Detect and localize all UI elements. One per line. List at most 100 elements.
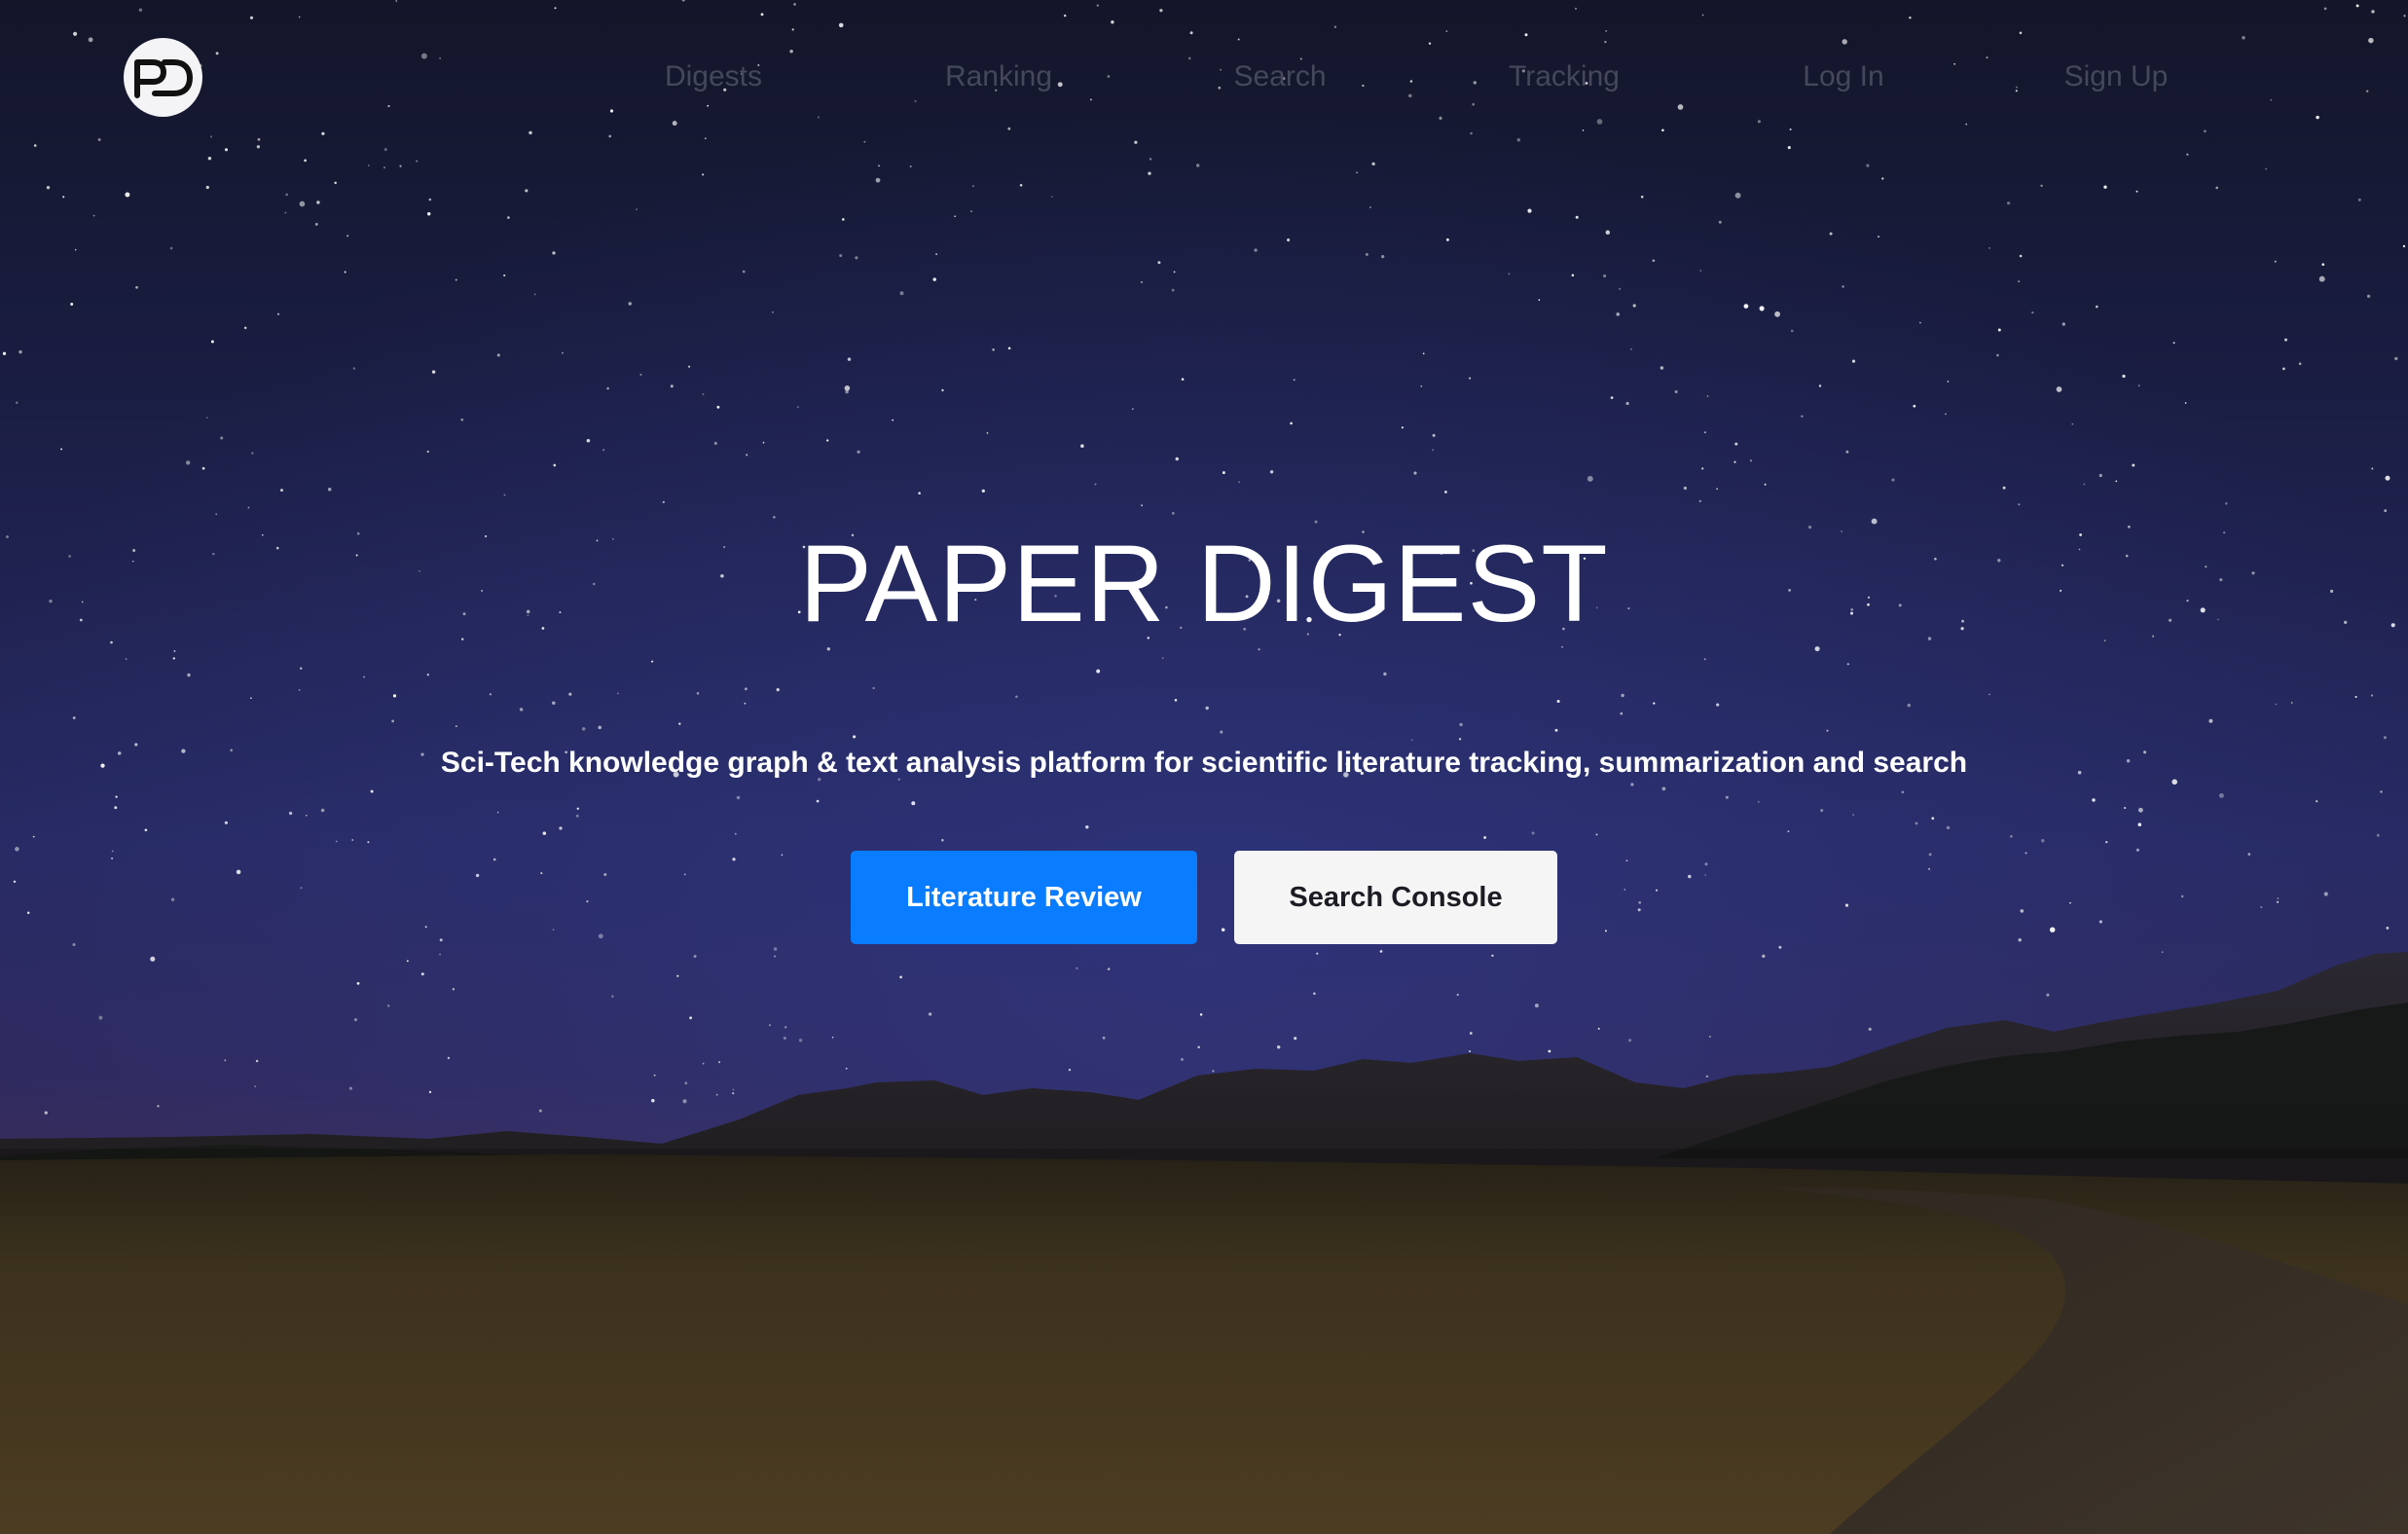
literature-review-button[interactable]: Literature Review xyxy=(851,851,1197,944)
star xyxy=(732,1088,735,1091)
star xyxy=(2376,833,2380,837)
star xyxy=(2384,509,2388,513)
star xyxy=(73,31,78,36)
star xyxy=(732,1092,735,1095)
nav-sign-up[interactable]: Sign Up xyxy=(2064,56,2169,97)
search-console-button[interactable]: Search Console xyxy=(1234,851,1557,944)
star xyxy=(2135,848,2139,852)
star xyxy=(909,164,912,168)
star xyxy=(224,1059,227,1062)
star xyxy=(1708,1036,1711,1038)
star xyxy=(841,218,845,221)
star xyxy=(1432,433,1436,437)
star xyxy=(553,463,557,467)
nav-log-in[interactable]: Log In xyxy=(1803,56,1883,97)
star xyxy=(552,251,556,255)
star xyxy=(150,956,156,962)
star xyxy=(2018,938,2022,942)
star xyxy=(334,181,337,185)
star xyxy=(452,988,456,991)
star xyxy=(1015,695,1018,699)
star xyxy=(383,148,387,152)
star xyxy=(2061,322,2065,326)
star xyxy=(426,212,431,216)
star xyxy=(220,436,224,440)
star xyxy=(236,869,241,875)
star xyxy=(207,156,212,161)
star xyxy=(689,1016,692,1020)
star xyxy=(2316,115,2319,120)
star xyxy=(1171,288,1175,292)
star xyxy=(351,839,354,841)
star xyxy=(503,493,506,496)
star xyxy=(1007,347,1011,350)
star xyxy=(1148,171,1151,175)
star xyxy=(1383,672,1387,676)
star xyxy=(144,828,148,832)
star xyxy=(2137,822,2142,826)
star xyxy=(1801,415,1804,418)
nav-tracking[interactable]: Tracking xyxy=(1509,56,1620,97)
star xyxy=(1469,1032,1473,1035)
star xyxy=(186,460,191,465)
star xyxy=(1007,127,1011,130)
star xyxy=(704,137,707,140)
star xyxy=(941,388,944,392)
star xyxy=(420,972,424,976)
star xyxy=(872,686,875,690)
star xyxy=(2371,467,2374,470)
star xyxy=(386,1004,390,1007)
star xyxy=(1175,457,1180,461)
star xyxy=(1703,431,1706,434)
star xyxy=(347,235,349,237)
nav-digests[interactable]: Digests xyxy=(665,56,762,97)
star xyxy=(1632,304,1636,308)
star xyxy=(1439,116,1442,121)
star xyxy=(576,807,579,810)
star xyxy=(746,454,748,457)
landing-page: Digests Ranking Search Tracking Log In S… xyxy=(0,0,2408,1534)
star xyxy=(2208,718,2213,723)
star xyxy=(586,899,589,903)
star xyxy=(776,687,780,692)
star xyxy=(1704,874,1707,876)
star xyxy=(187,673,191,677)
star xyxy=(215,513,218,516)
star xyxy=(1759,306,1765,311)
star xyxy=(1603,274,1607,278)
star xyxy=(224,821,228,824)
star xyxy=(971,185,974,188)
nav-ranking[interactable]: Ranking xyxy=(945,56,1052,97)
star xyxy=(653,1074,656,1077)
star xyxy=(2383,736,2387,740)
star xyxy=(2105,840,2108,844)
star xyxy=(672,121,677,127)
star xyxy=(559,826,563,830)
star xyxy=(606,386,609,390)
star xyxy=(383,166,386,169)
star xyxy=(1778,945,1782,949)
star xyxy=(44,1111,48,1114)
star xyxy=(1534,1004,1539,1008)
star xyxy=(115,795,118,798)
star xyxy=(857,450,860,454)
star xyxy=(651,1098,655,1103)
star xyxy=(205,417,208,420)
star xyxy=(439,953,442,956)
star xyxy=(2277,897,2280,899)
star xyxy=(299,201,306,207)
star xyxy=(1947,381,1950,383)
star xyxy=(581,727,586,731)
star xyxy=(428,198,432,201)
nav-search[interactable]: Search xyxy=(1233,56,1326,97)
star xyxy=(2265,167,2268,170)
star xyxy=(2270,98,2273,101)
star xyxy=(838,22,844,28)
star xyxy=(773,947,778,951)
star xyxy=(1704,862,1708,866)
star xyxy=(455,278,457,281)
star xyxy=(1913,404,1916,408)
star xyxy=(1220,730,1223,734)
star xyxy=(406,960,409,963)
star xyxy=(1718,220,1722,224)
